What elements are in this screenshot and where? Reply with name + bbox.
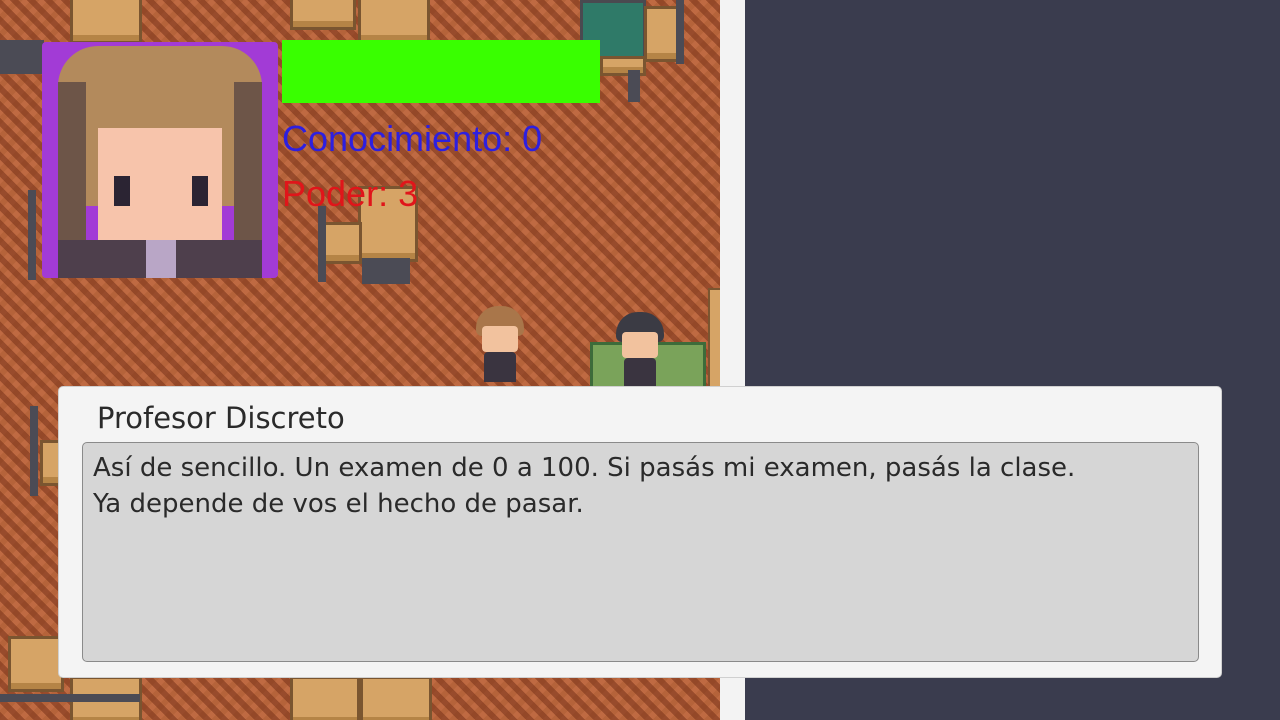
power-stat: Poder: 3 [282,173,419,214]
desk-leg [0,40,44,74]
desk-leg [628,70,640,102]
npc-body [484,352,516,382]
npc-body [624,358,656,388]
knowledge-stat: Conocimiento: 0 [282,118,543,159]
player-portrait [42,42,278,278]
npc-profesor-discreto[interactable] [612,312,668,388]
npc-face [622,332,658,358]
portrait-hair-shadow [58,82,86,242]
desk-leg [0,694,140,702]
desk-leg [28,190,36,280]
shelf [708,288,720,388]
health-bar-fill [282,40,600,103]
desk [322,222,362,264]
portrait-eye-left [114,176,130,206]
dialog-box[interactable]: Profesor Discreto Así de sencillo. Un ex… [58,386,1222,678]
dialog-line: Así de sencillo. Un examen de 0 a 100. S… [93,453,1076,483]
desk [290,676,360,720]
desk-leg [30,406,38,496]
desk-leg [318,206,326,282]
desk-leg [676,0,684,64]
dialog-line: Ya depende de vos el hecho de pasar. [93,489,584,519]
portrait-hair-shadow [234,82,262,242]
npc-student[interactable] [472,306,528,382]
desk [290,0,356,30]
portrait-tie [146,240,176,278]
dialog-speaker-name: Profesor Discreto [97,401,345,435]
desk-leg [362,258,410,284]
health-bar [282,40,600,103]
desk [358,0,430,44]
portrait-eye-right [192,176,208,206]
desk [8,636,64,692]
npc-face [482,326,518,352]
dialog-text-area[interactable]: Así de sencillo. Un examen de 0 a 100. S… [82,442,1199,662]
desk [360,676,432,720]
desk [70,0,142,44]
